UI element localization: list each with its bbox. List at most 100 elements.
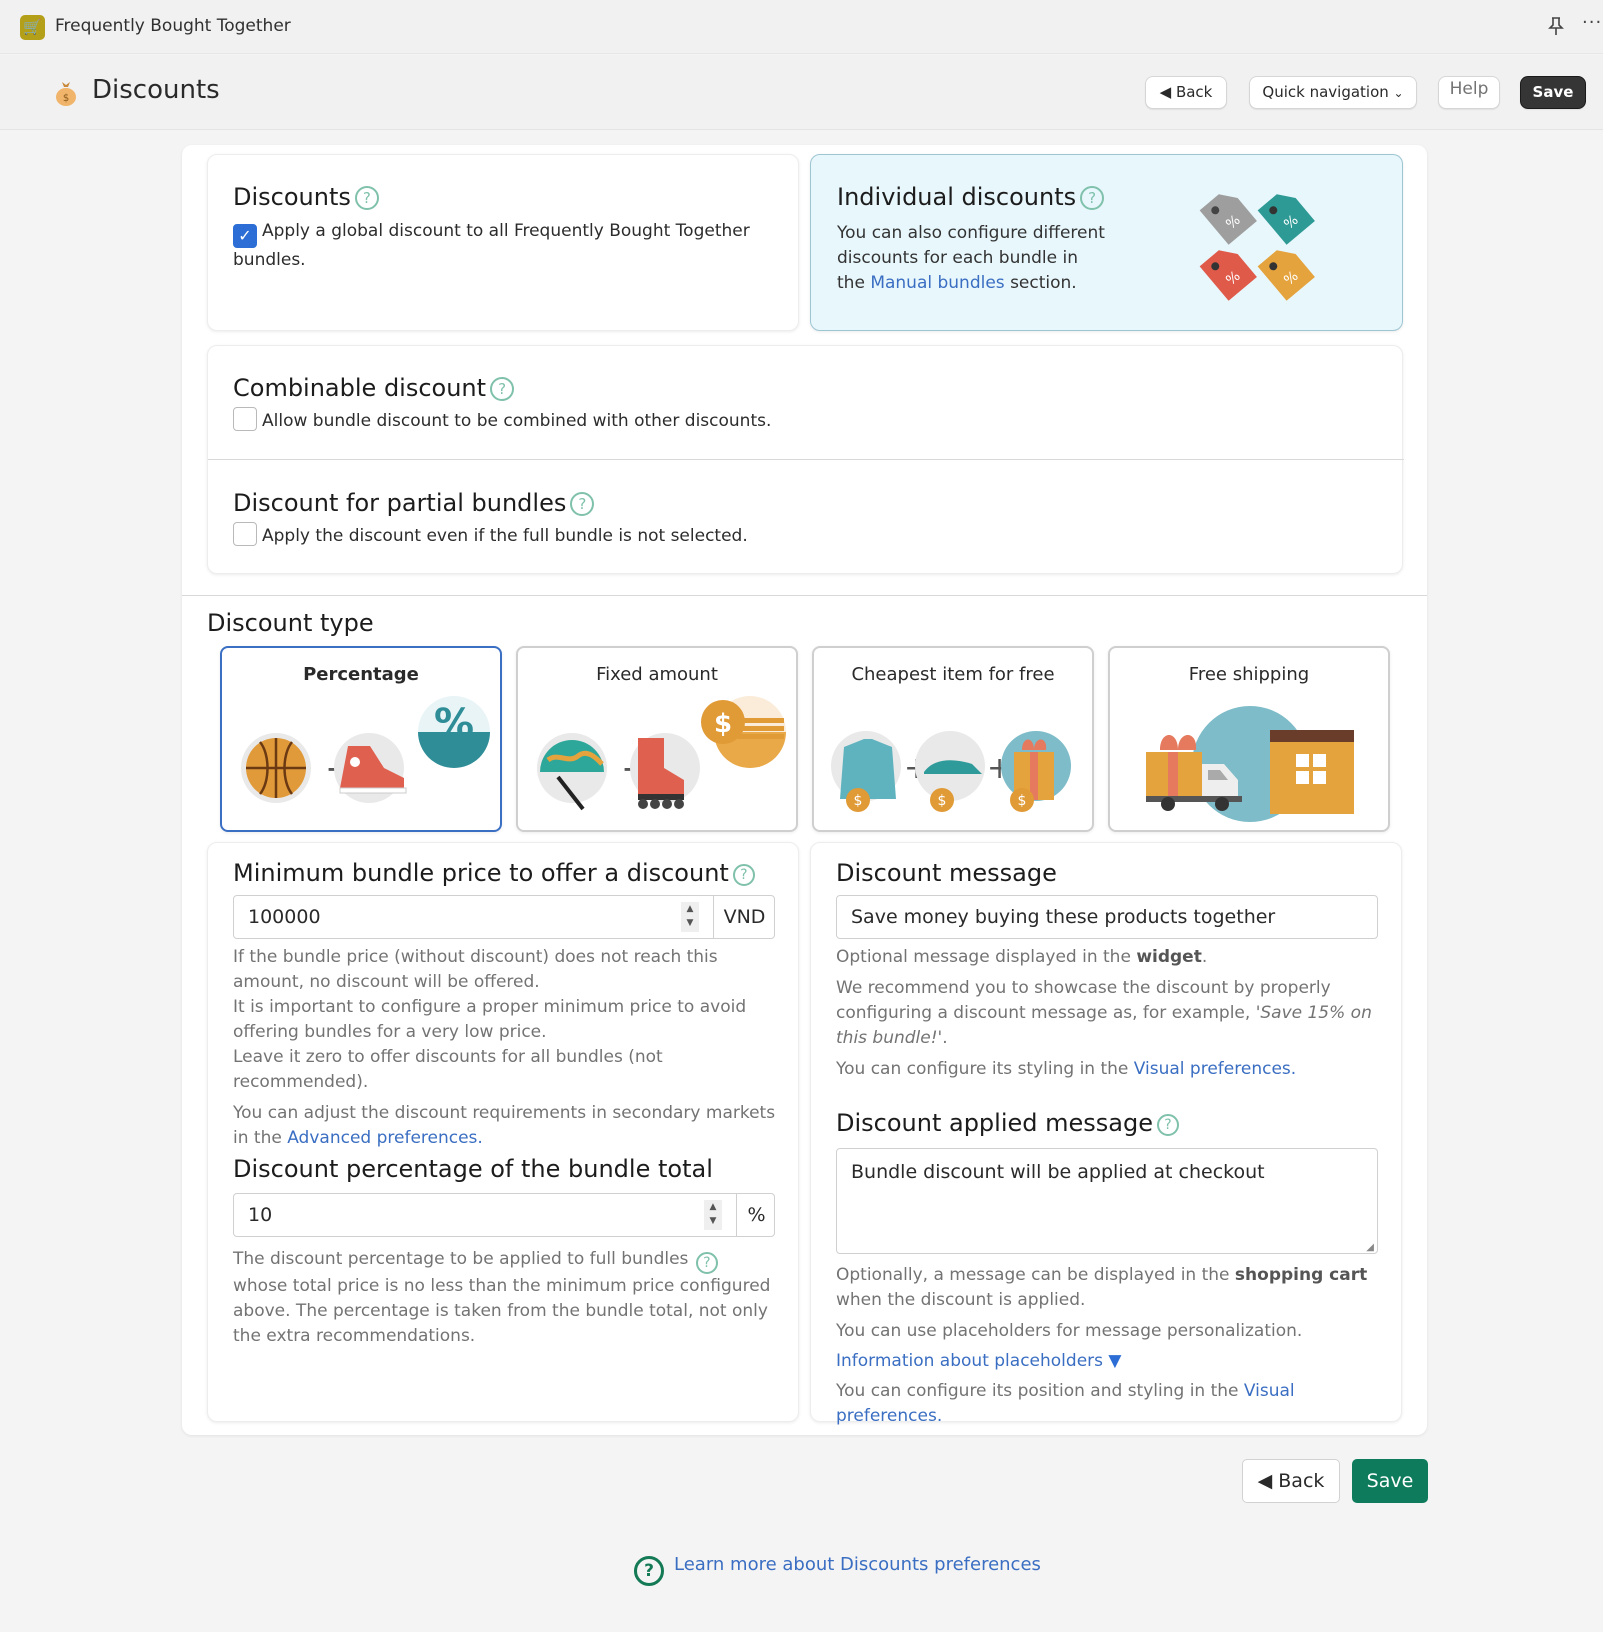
discount-type-fixed-amount[interactable]: Fixed amount + $ bbox=[516, 646, 798, 832]
minimum-price-value: 100000 bbox=[248, 906, 321, 928]
number-stepper[interactable]: ▲ ▼ bbox=[704, 1200, 722, 1230]
minimum-price-title: Minimum bundle price to offer a discount bbox=[233, 859, 729, 887]
advanced-preferences-link[interactable]: Advanced preferences bbox=[287, 1128, 477, 1148]
placeholders-link-label: Information about placeholders bbox=[836, 1351, 1103, 1371]
help-icon[interactable]: ? bbox=[354, 186, 379, 210]
discount-type-cheapest-free[interactable]: Cheapest item for free $ + $ + $ bbox=[812, 646, 1094, 832]
svg-text:$: $ bbox=[63, 93, 69, 104]
period: . bbox=[477, 1128, 483, 1148]
discounts-title: Discounts bbox=[233, 183, 351, 211]
help-text: Leave it zero to offer discounts for all… bbox=[233, 1047, 663, 1092]
quick-navigation-dropdown[interactable]: Quick navigation ⌄ bbox=[1249, 76, 1417, 109]
footer-save-button[interactable]: Save bbox=[1352, 1459, 1428, 1503]
partial-title: Discount for partial bundles bbox=[233, 489, 567, 517]
back-arrow-icon: ◀ bbox=[1257, 1470, 1273, 1492]
period: . bbox=[1201, 947, 1208, 967]
back-arrow-icon: ◀ bbox=[1159, 83, 1172, 101]
global-discount-row: ✓ Apply a global discount to all Frequent… bbox=[233, 219, 763, 273]
discount-message-input[interactable]: Save money buying these products togethe… bbox=[836, 895, 1378, 939]
resize-handle-icon[interactable]: ◢ bbox=[1366, 1242, 1374, 1253]
divider bbox=[208, 459, 1404, 460]
free-shipping-illustration bbox=[1146, 706, 1354, 822]
learn-more-label: Learn more about Discounts preferences bbox=[674, 1554, 1041, 1575]
help-icon[interactable]: ? bbox=[695, 1252, 718, 1274]
partial-row: Apply the discount even if the full bund… bbox=[233, 522, 748, 549]
svg-text:$: $ bbox=[714, 709, 732, 739]
app-topbar: 🛒 Frequently Bought Together ··· bbox=[0, 0, 1603, 54]
back-label: Back bbox=[1278, 1470, 1325, 1492]
help-icon[interactable]: ? bbox=[490, 377, 515, 401]
learn-more-link[interactable]: ? Learn more about Discounts preferences bbox=[634, 1554, 1041, 1586]
manual-bundles-link[interactable]: Manual bundles bbox=[870, 273, 1004, 293]
chevron-down-icon: ⌄ bbox=[1393, 86, 1404, 100]
placeholders-info-toggle[interactable]: Information about placeholders ▼ bbox=[836, 1349, 1381, 1374]
caret-down-icon: ▼ bbox=[1108, 1351, 1122, 1371]
individual-discounts-text: You can also configure different discoun… bbox=[837, 221, 1107, 296]
visual-preferences-link[interactable]: Visual preferences bbox=[1134, 1059, 1291, 1079]
individual-discounts-card: Individual discounts? You can also confi… bbox=[810, 154, 1403, 331]
minimum-price-card: Minimum bundle price to offer a discount… bbox=[207, 842, 799, 1422]
pin-icon[interactable] bbox=[1548, 16, 1564, 41]
applied-message-textarea[interactable]: Bundle discount will be applied at check… bbox=[836, 1148, 1378, 1254]
percent-addon: % bbox=[736, 1194, 776, 1236]
fixed-amount-illustration: + $ bbox=[537, 696, 786, 811]
discount-message-help: Optional message displayed in the widget… bbox=[836, 945, 1381, 1082]
help-text: If the bundle price (without discount) d… bbox=[233, 947, 718, 992]
cart-plus-icon: 🛒 bbox=[20, 15, 45, 40]
discount-type-free-shipping[interactable]: Free shipping bbox=[1108, 646, 1390, 832]
combinable-row: Allow bundle discount to be combined wit… bbox=[233, 407, 771, 434]
cheapest-free-illustration: $ + $ + $ bbox=[831, 731, 1071, 812]
period: . bbox=[1290, 1059, 1297, 1079]
svg-text:$: $ bbox=[938, 793, 947, 809]
percentage-title: Discount percentage of the bundle total bbox=[233, 1155, 713, 1183]
partial-checkbox[interactable] bbox=[233, 522, 257, 546]
type-label: Fixed amount bbox=[596, 664, 718, 685]
discount-tags-illustration: % % % % bbox=[1199, 194, 1315, 301]
more-icon[interactable]: ··· bbox=[1582, 12, 1602, 33]
help-text: Optionally, a message can be displayed i… bbox=[836, 1265, 1235, 1285]
svg-text:%: % bbox=[434, 701, 474, 747]
back-button[interactable]: ◀ Back bbox=[1145, 76, 1227, 109]
global-discount-label: Apply a global discount to all Frequentl… bbox=[233, 221, 750, 270]
minimum-price-help: If the bundle price (without discount) d… bbox=[233, 945, 778, 1151]
help-text: The discount percentage to be applied to… bbox=[233, 1249, 694, 1269]
currency-addon: VND bbox=[713, 896, 775, 938]
percentage-illustration: + % bbox=[241, 696, 490, 803]
applied-message-title: Discount applied message bbox=[836, 1109, 1153, 1137]
combinable-title: Combinable discount bbox=[233, 374, 487, 402]
money-bag-icon: $ bbox=[56, 82, 76, 106]
app-title: Frequently Bought Together bbox=[55, 16, 291, 36]
percentage-input[interactable]: 10 ▲ ▼ % bbox=[233, 1193, 775, 1237]
combinable-checkbox[interactable] bbox=[233, 407, 257, 431]
discount-message-title: Discount message bbox=[836, 859, 1057, 887]
discount-message-card: Discount message Save money buying these… bbox=[810, 842, 1402, 1426]
type-label: Cheapest item for free bbox=[851, 664, 1055, 685]
widget-bold: widget bbox=[1136, 947, 1202, 967]
individual-discounts-title: Individual discounts bbox=[837, 183, 1077, 211]
help-text: You can configure its styling in the bbox=[836, 1059, 1134, 1079]
section-divider bbox=[182, 595, 1427, 596]
percentage-value: 10 bbox=[248, 1204, 273, 1226]
number-stepper[interactable]: ▲ ▼ bbox=[681, 902, 699, 932]
help-icon[interactable]: ? bbox=[570, 492, 595, 516]
global-discount-checkbox[interactable]: ✓ bbox=[233, 224, 257, 248]
page-header: $ Discounts ◀ Back Quick navigation ⌄ He… bbox=[0, 55, 1603, 130]
help-text: It is important to configure a proper mi… bbox=[233, 997, 747, 1042]
discount-type-title: Discount type bbox=[207, 609, 374, 637]
back-label: Back bbox=[1175, 83, 1213, 101]
discount-type-percentage[interactable]: Percentage + % bbox=[220, 646, 502, 832]
page-title: Discounts bbox=[92, 75, 220, 105]
help-icon[interactable]: ? bbox=[732, 864, 755, 886]
discount-message-value: Save money buying these products togethe… bbox=[851, 906, 1276, 928]
help-icon[interactable]: ? bbox=[1080, 186, 1105, 210]
help-circle-icon: ? bbox=[634, 1556, 664, 1586]
help-icon[interactable]: ? bbox=[1157, 1114, 1179, 1136]
minimum-price-input[interactable]: 100000 ▲ ▼ VND bbox=[233, 895, 775, 939]
period: . bbox=[936, 1406, 943, 1426]
partial-label: Apply the discount even if the full bund… bbox=[262, 526, 748, 546]
footer-back-button[interactable]: ◀ Back bbox=[1242, 1459, 1340, 1503]
save-button[interactable]: Save bbox=[1520, 76, 1586, 109]
help-text: Optional message displayed in the bbox=[836, 947, 1137, 967]
discounts-card: Discounts? ✓ Apply a global discount to a… bbox=[207, 154, 799, 331]
help-button[interactable]: Help bbox=[1438, 76, 1500, 109]
